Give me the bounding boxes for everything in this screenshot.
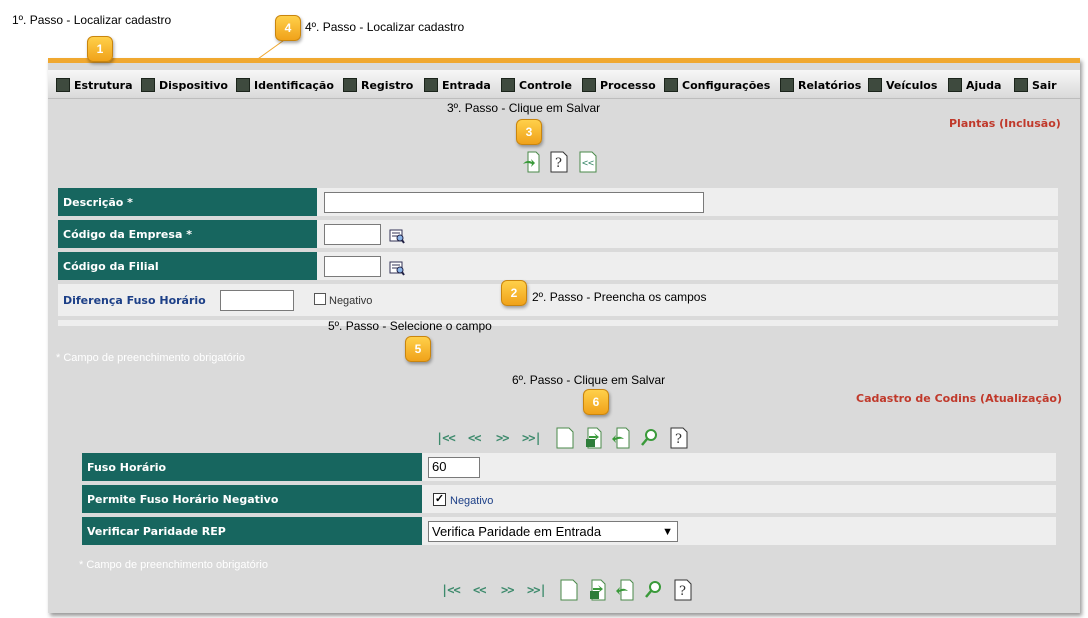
entry-icon bbox=[424, 78, 438, 92]
row-spacer bbox=[58, 320, 1058, 326]
required-note-1: * Campo de preenchimento obrigatório bbox=[56, 352, 245, 364]
lookup-icon[interactable] bbox=[389, 228, 405, 244]
menu-controle[interactable]: Controle bbox=[501, 77, 572, 93]
paridade-select[interactable]: Verifica Paridade em Entrada ▼ bbox=[428, 521, 678, 542]
exit-icon bbox=[1014, 78, 1028, 92]
nav-first[interactable]: |<< bbox=[441, 583, 461, 597]
menu-processo[interactable]: Processo bbox=[582, 77, 656, 93]
nav-last[interactable]: >>| bbox=[527, 583, 547, 597]
negativo-label-2: Negativo bbox=[450, 495, 494, 507]
svg-text:?: ? bbox=[675, 432, 682, 447]
fuso-horario-input[interactable]: 60 bbox=[428, 457, 480, 478]
filial-input[interactable] bbox=[324, 256, 381, 277]
step2-text: 2º. Passo - Preencha os campos bbox=[532, 290, 707, 304]
app-panel: Estrutura Dispositivo Identificação Regi… bbox=[48, 58, 1080, 613]
step-badge-6: 6 bbox=[583, 389, 609, 415]
menu-label: Controle bbox=[519, 78, 572, 92]
help-icon bbox=[948, 78, 962, 92]
paridade-label: Verificar Paridade REP bbox=[82, 517, 422, 545]
menu-label: Estrutura bbox=[74, 78, 133, 92]
nav-prev[interactable]: << bbox=[473, 583, 486, 597]
negativo-checkbox-2[interactable]: ✓ bbox=[433, 493, 446, 506]
menu-entrada[interactable]: Entrada bbox=[424, 77, 491, 93]
step-badge-3: 3 bbox=[516, 119, 542, 145]
help-doc-icon[interactable]: ? bbox=[674, 579, 692, 601]
nav-next[interactable]: >> bbox=[501, 583, 514, 597]
menu-estrutura[interactable]: Estrutura bbox=[56, 77, 133, 93]
menu-label: Ajuda bbox=[966, 78, 1002, 92]
control-icon bbox=[501, 78, 515, 92]
menu-configuracoes[interactable]: Configurações bbox=[664, 77, 770, 93]
step-badge-5: 5 bbox=[405, 336, 431, 362]
step6-text: 6º. Passo - Clique em Salvar bbox=[512, 373, 666, 387]
step5-text: 5º. Passo - Selecione o campo bbox=[328, 319, 492, 333]
step-badge-1: 1 bbox=[87, 36, 113, 62]
undo-icon[interactable] bbox=[612, 427, 630, 449]
empresa-input[interactable] bbox=[324, 224, 381, 245]
form2-title: Cadastro de Codins (Atualização) bbox=[856, 392, 1063, 405]
device-icon bbox=[141, 78, 155, 92]
report-icon bbox=[780, 78, 794, 92]
help-doc-icon[interactable]: ? bbox=[670, 427, 688, 449]
menu-label: Veículos bbox=[886, 78, 938, 92]
save-icon[interactable] bbox=[522, 151, 540, 173]
svg-text:<<: << bbox=[582, 158, 594, 169]
step3-text: 3º. Passo - Clique em Salvar bbox=[447, 101, 601, 115]
chevron-down-icon: ▼ bbox=[662, 525, 673, 538]
new-doc-icon[interactable] bbox=[560, 579, 578, 601]
menu-ajuda[interactable]: Ajuda bbox=[948, 77, 1001, 93]
tools-icon bbox=[582, 78, 596, 92]
menu-veiculos[interactable]: Veículos bbox=[868, 77, 937, 93]
menu-label: Relatórios bbox=[798, 78, 862, 92]
menu-dispositivo[interactable]: Dispositivo bbox=[141, 77, 228, 93]
negativo-checkbox-1[interactable] bbox=[314, 293, 326, 305]
menu-label: Dispositivo bbox=[159, 78, 228, 92]
settings-icon bbox=[664, 78, 678, 92]
structure-icon bbox=[56, 78, 70, 92]
permite-fuso-label: Permite Fuso Horário Negativo bbox=[82, 485, 422, 513]
descricao-label: Descrição * bbox=[58, 188, 317, 216]
menu-sair[interactable]: Sair bbox=[1014, 77, 1057, 93]
register-icon bbox=[343, 78, 357, 92]
fuso-diff-input[interactable] bbox=[220, 290, 294, 311]
nav-next[interactable]: >> bbox=[496, 431, 509, 445]
step-badge-2: 2 bbox=[501, 280, 527, 306]
descricao-input[interactable] bbox=[324, 192, 704, 213]
menu-label: Entrada bbox=[442, 78, 491, 92]
menu-identificacao[interactable]: Identificação bbox=[236, 77, 334, 93]
save-icon[interactable] bbox=[588, 579, 606, 601]
save-icon[interactable] bbox=[584, 427, 602, 449]
fuso-horario-label: Fuso Horário bbox=[82, 453, 422, 481]
lookup-icon[interactable] bbox=[389, 260, 405, 276]
menu-label: Registro bbox=[361, 78, 414, 92]
paridade-select-value: Verifica Paridade em Entrada bbox=[432, 523, 602, 539]
fuso-diff-label: Diferença Fuso Horário bbox=[63, 294, 206, 307]
menu-bar: Estrutura Dispositivo Identificação Regi… bbox=[48, 70, 1080, 99]
nav-prev[interactable]: << bbox=[468, 431, 481, 445]
menu-label: Configurações bbox=[682, 78, 771, 92]
required-note-2: * Campo de preenchimento obrigatório bbox=[79, 559, 268, 571]
nav-first[interactable]: |<< bbox=[436, 431, 456, 445]
new-doc-icon[interactable] bbox=[556, 427, 574, 449]
filial-label: Código da Filial bbox=[58, 252, 317, 280]
svg-text:?: ? bbox=[555, 156, 562, 171]
form1-title: Plantas (Inclusão) bbox=[949, 117, 1061, 130]
step-badge-4: 4 bbox=[275, 15, 301, 41]
back-doc-icon[interactable]: << bbox=[579, 151, 597, 173]
vehicle-icon bbox=[868, 78, 882, 92]
people-icon bbox=[236, 78, 250, 92]
empresa-label: Código da Empresa * bbox=[58, 220, 317, 248]
search-icon[interactable] bbox=[640, 427, 658, 449]
menu-label: Identificação bbox=[254, 78, 334, 92]
help-doc-icon[interactable]: ? bbox=[550, 151, 568, 173]
undo-icon[interactable] bbox=[616, 579, 634, 601]
nav-last[interactable]: >>| bbox=[522, 431, 542, 445]
search-icon[interactable] bbox=[644, 579, 662, 601]
menu-registro[interactable]: Registro bbox=[343, 77, 413, 93]
menu-label: Sair bbox=[1032, 78, 1057, 92]
menu-label: Processo bbox=[600, 78, 656, 92]
negativo-label-1: Negativo bbox=[329, 295, 373, 307]
menu-relatorios[interactable]: Relatórios bbox=[780, 77, 861, 93]
svg-text:?: ? bbox=[679, 584, 686, 599]
